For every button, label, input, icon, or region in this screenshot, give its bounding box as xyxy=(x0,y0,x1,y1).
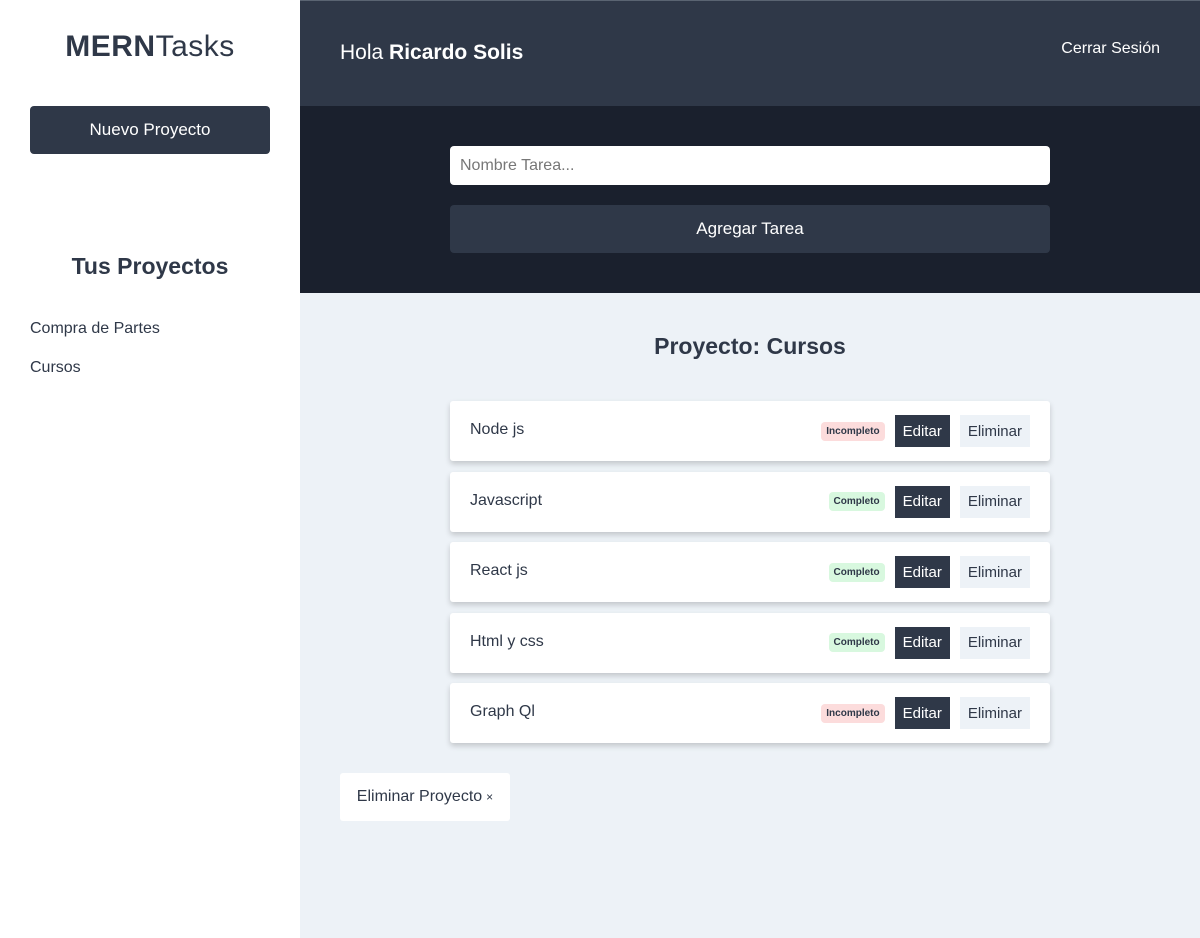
edit-task-button[interactable]: Editar xyxy=(894,556,950,588)
task-actions: Incompleto Editar Eliminar xyxy=(821,697,1030,729)
close-icon: × xyxy=(486,790,494,804)
project-item-cursos[interactable]: Cursos xyxy=(30,357,160,396)
new-project-button[interactable]: Nuevo Proyecto xyxy=(30,106,270,154)
add-task-button[interactable]: Agregar Tarea xyxy=(450,205,1050,253)
task-row: React js Completo Editar Eliminar xyxy=(450,542,1050,602)
task-row: Html y css Completo Editar Eliminar xyxy=(450,612,1050,673)
edit-task-button[interactable]: Editar xyxy=(894,626,950,659)
project-heading: Proyecto: Cursos xyxy=(300,333,1200,360)
edit-task-button[interactable]: Editar xyxy=(894,485,950,518)
delete-project-button[interactable]: Eliminar Proyecto × xyxy=(340,773,510,821)
task-state-badge[interactable]: Completo xyxy=(828,562,885,582)
task-name: Node js xyxy=(470,421,525,438)
task-actions: Completo Editar Eliminar xyxy=(828,485,1030,518)
greeting: Hola Ricardo Solis xyxy=(340,41,523,65)
task-actions: Completo Editar Eliminar xyxy=(828,626,1030,659)
logo-light: Tasks xyxy=(155,30,235,63)
task-actions: Completo Editar Eliminar xyxy=(828,556,1030,588)
task-state-badge[interactable]: Incompleto xyxy=(821,421,885,441)
task-actions: Incompleto Editar Eliminar xyxy=(821,415,1030,447)
delete-task-button[interactable]: Eliminar xyxy=(959,485,1030,518)
delete-task-button[interactable]: Eliminar xyxy=(959,415,1030,447)
sidebar: MERNTasks Nuevo Proyecto Tus Proyectos C… xyxy=(0,0,300,938)
projects-title: Tus Proyectos xyxy=(71,253,229,279)
project-list: Compra de Partes Cursos xyxy=(30,318,160,396)
task-name: React js xyxy=(470,562,528,579)
task-name-input[interactable] xyxy=(450,146,1050,185)
task-name: Graph Ql xyxy=(470,703,535,720)
delete-task-button[interactable]: Eliminar xyxy=(959,697,1030,729)
task-list: Node js Incompleto Editar Eliminar Javas… xyxy=(450,401,1050,754)
delete-task-button[interactable]: Eliminar xyxy=(959,626,1030,659)
task-form: Agregar Tarea xyxy=(300,106,1200,293)
task-state-badge[interactable]: Completo xyxy=(828,492,885,511)
task-state-badge[interactable]: Completo xyxy=(828,633,885,652)
greeting-prefix: Hola xyxy=(340,41,384,64)
logout-button[interactable]: Cerrar Sesión xyxy=(1061,40,1160,58)
logo-strong: MERN xyxy=(65,30,156,63)
task-name: Javascript xyxy=(470,491,543,509)
top-header: Hola Ricardo Solis Cerrar Sesión xyxy=(300,0,1200,106)
edit-task-button[interactable]: Editar xyxy=(894,697,950,729)
task-row: Node js Incompleto Editar Eliminar xyxy=(450,401,1050,461)
task-row: Javascript Completo Editar Eliminar xyxy=(450,471,1050,532)
edit-task-button[interactable]: Editar xyxy=(894,415,950,447)
project-heading-prefix: Proyecto: xyxy=(654,333,767,359)
project-name: Cursos xyxy=(766,333,846,359)
task-name: Html y css xyxy=(470,632,544,650)
app-logo: MERNTasks xyxy=(0,30,300,64)
project-item-compra-de-partes[interactable]: Compra de Partes xyxy=(30,318,160,357)
delete-task-button[interactable]: Eliminar xyxy=(959,556,1030,588)
user-name: Ricardo Solis xyxy=(389,41,524,64)
delete-project-label: Eliminar Proyecto xyxy=(356,788,483,805)
task-state-badge[interactable]: Incompleto xyxy=(821,703,885,723)
task-row: Graph Ql Incompleto Editar Eliminar xyxy=(450,683,1050,743)
